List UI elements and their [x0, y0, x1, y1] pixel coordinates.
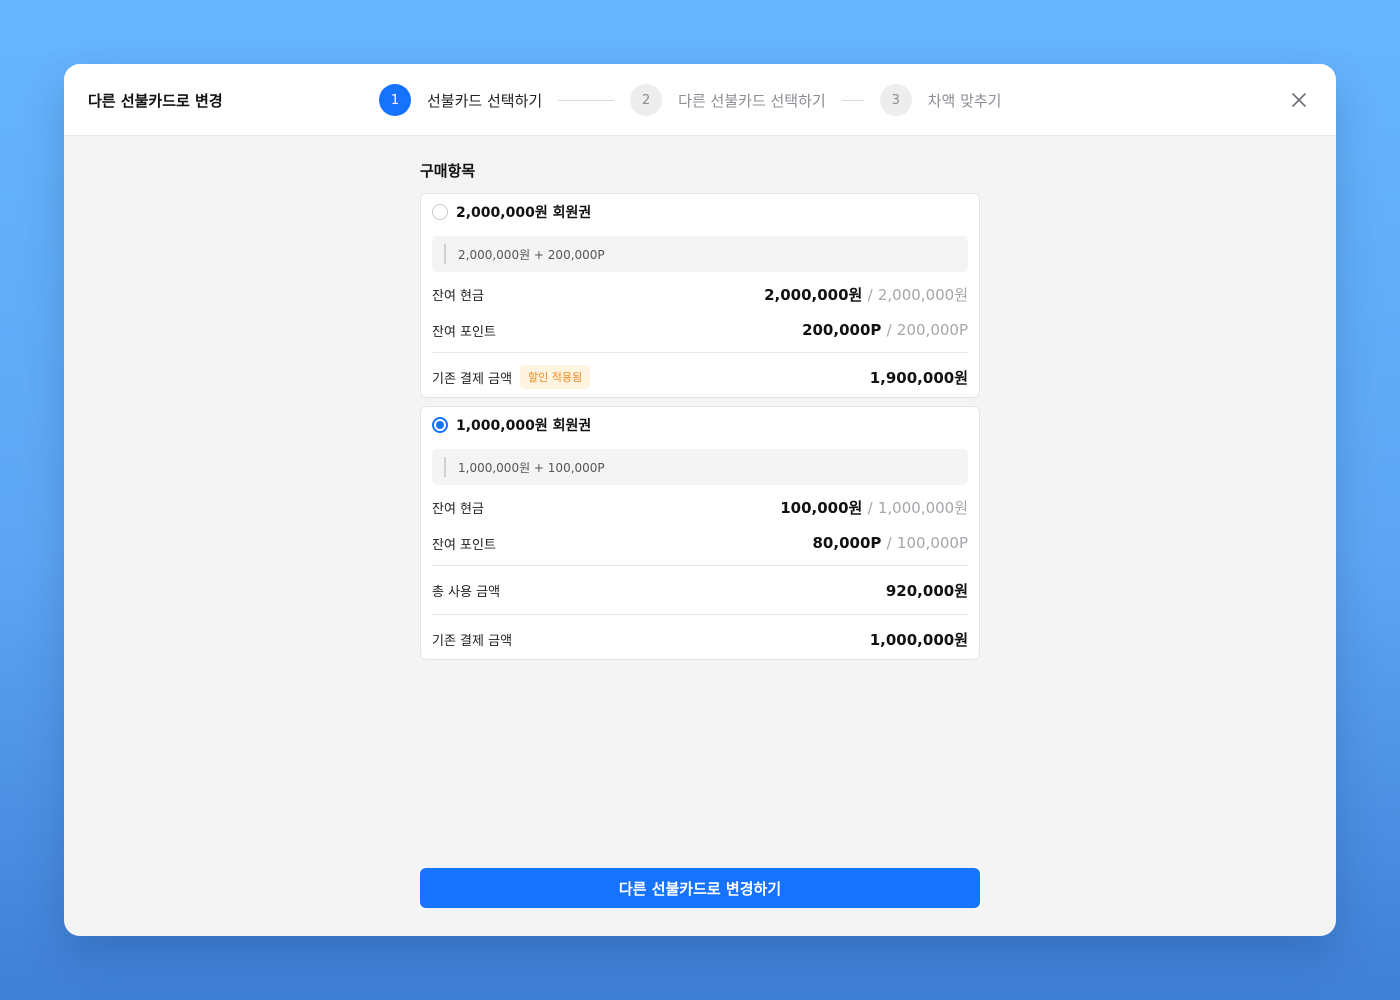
- discount-badge: 할인 적용됨: [520, 365, 591, 389]
- divider: [432, 352, 968, 353]
- points-value: 80,000P / 100,000P: [813, 534, 969, 552]
- card-description: 2,000,000원 + 200,000P: [432, 236, 968, 272]
- points-value: 200,000P / 200,000P: [802, 321, 968, 339]
- change-card-modal: 다른 선불카드로 변경 1 선불카드 선택하기 2 다른 선불카드 선택하기 3…: [64, 64, 1336, 936]
- step-connector: [558, 99, 615, 101]
- payment-label: 기존 결제 금액: [432, 633, 513, 649]
- membership-radio[interactable]: [432, 417, 448, 433]
- used-amount: 920,000원: [885, 581, 968, 600]
- cash-label: 잔여 현금: [432, 288, 484, 304]
- points-total: 200,000P: [896, 321, 968, 339]
- cash-row: 잔여 현금 2,000,000원 / 2,000,000원: [432, 276, 968, 312]
- stepper: 1 선불카드 선택하기 2 다른 선불카드 선택하기 3 차액 맞추기: [379, 84, 1002, 116]
- used-label: 총 사용 금액: [432, 584, 501, 600]
- value-separator: /: [886, 534, 892, 552]
- section-title: 구매항목: [420, 162, 476, 180]
- points-label: 잔여 포인트: [432, 324, 496, 340]
- cash-total: 2,000,000원: [877, 285, 968, 304]
- close-icon[interactable]: [1292, 93, 1306, 107]
- step-2-label: 다른 선불카드 선택하기: [678, 91, 826, 110]
- purchase-section: 구매항목 2,000,000원 회원권 2,000,000원 + 200,000…: [420, 160, 980, 668]
- payment-label-text: 기존 결제 금액: [432, 371, 513, 387]
- step-3-number: 3: [879, 84, 912, 116]
- divider: [432, 614, 968, 615]
- step-2-number: 2: [630, 84, 663, 116]
- step-2: 2 다른 선불카드 선택하기: [630, 84, 826, 116]
- cash-value: 100,000원 / 1,000,000원: [780, 497, 968, 518]
- description-text: 2,000,000원 + 200,000P: [458, 247, 605, 262]
- points-remaining: 80,000P: [812, 534, 882, 552]
- card-title: 2,000,000원 회원권: [456, 205, 592, 221]
- description-bar: [444, 457, 446, 477]
- points-row: 잔여 포인트 200,000P / 200,000P: [432, 312, 968, 348]
- card-header[interactable]: 1,000,000원 회원권: [432, 417, 968, 434]
- cash-total: 1,000,000원: [877, 498, 968, 517]
- card-description: 1,000,000원 + 100,000P: [432, 449, 968, 485]
- divider: [432, 565, 968, 566]
- card-header[interactable]: 2,000,000원 회원권: [432, 204, 968, 221]
- step-connector: [841, 99, 864, 101]
- payment-row: 기존 결제 금액 할인 적용됨 1,900,000원: [432, 357, 968, 397]
- value-separator: /: [886, 321, 892, 339]
- cash-remaining: 100,000원: [780, 498, 863, 517]
- points-total: 100,000P: [896, 534, 968, 552]
- cash-value: 2,000,000원 / 2,000,000원: [764, 284, 968, 305]
- membership-card-option[interactable]: 2,000,000원 회원권 2,000,000원 + 200,000P 잔여 …: [420, 193, 980, 398]
- step-3-label: 차액 맞추기: [927, 91, 1002, 110]
- close-button[interactable]: [1288, 89, 1310, 111]
- points-label: 잔여 포인트: [432, 537, 496, 553]
- value-separator: /: [867, 285, 873, 304]
- points-row: 잔여 포인트 80,000P / 100,000P: [432, 525, 968, 561]
- cash-row: 잔여 현금 100,000원 / 1,000,000원: [432, 489, 968, 525]
- step-1: 1 선불카드 선택하기: [379, 84, 542, 116]
- points-remaining: 200,000P: [802, 321, 882, 339]
- membership-radio[interactable]: [432, 204, 448, 220]
- modal-title: 다른 선불카드로 변경: [88, 92, 223, 110]
- used-row: 총 사용 금액 920,000원: [432, 570, 968, 610]
- modal-footer: 다른 선불카드로 변경하기: [64, 844, 1336, 936]
- cash-remaining: 2,000,000원: [764, 285, 863, 304]
- payment-row: 기존 결제 금액 1,000,000원: [432, 619, 968, 659]
- payment-amount: 1,000,000원: [869, 630, 968, 649]
- card-title: 1,000,000원 회원권: [456, 418, 592, 434]
- step-1-number: 1: [379, 84, 411, 116]
- payment-label: 기존 결제 금액 할인 적용됨: [432, 365, 591, 389]
- step-3: 3 차액 맞추기: [879, 84, 1002, 116]
- value-separator: /: [867, 498, 873, 517]
- description-text: 1,000,000원 + 100,000P: [458, 460, 605, 475]
- description-bar: [444, 244, 446, 264]
- cash-label: 잔여 현금: [432, 501, 484, 517]
- payment-amount: 1,900,000원: [869, 368, 968, 387]
- step-1-label: 선불카드 선택하기: [427, 91, 543, 110]
- modal-header: 다른 선불카드로 변경 1 선불카드 선택하기 2 다른 선불카드 선택하기 3…: [64, 64, 1336, 136]
- change-card-button[interactable]: 다른 선불카드로 변경하기: [420, 868, 980, 908]
- membership-card-option[interactable]: 1,000,000원 회원권 1,000,000원 + 100,000P 잔여 …: [420, 406, 980, 660]
